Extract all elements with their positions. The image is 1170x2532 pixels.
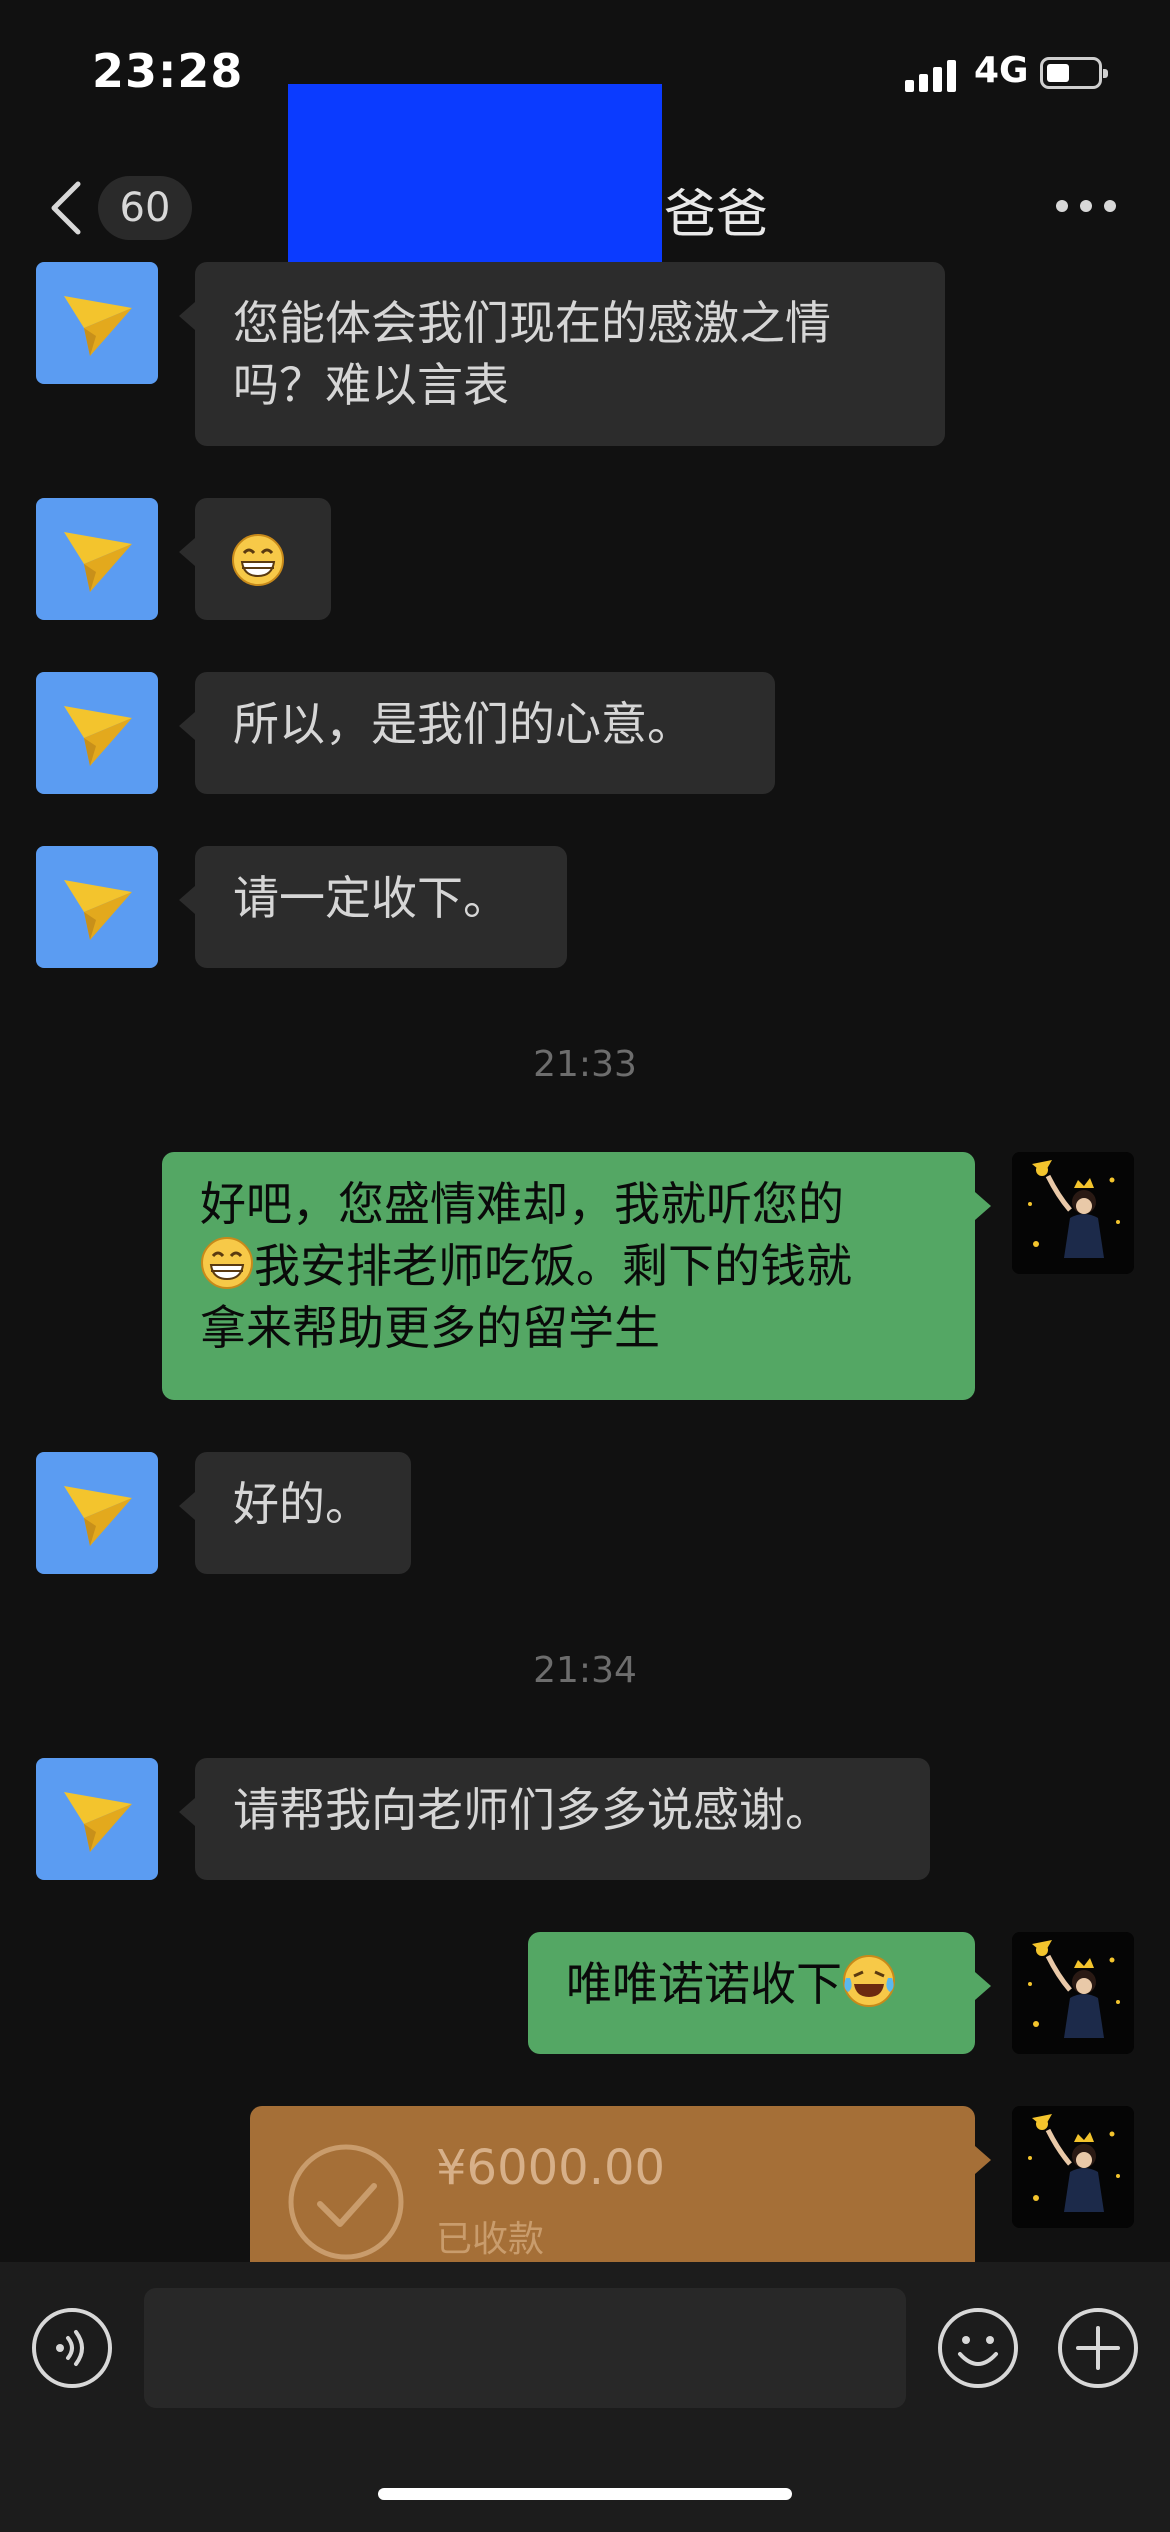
more-dots-icon[interactable]	[1056, 200, 1116, 216]
paper-plane-icon[interactable]	[36, 672, 158, 794]
message-text: 所以，是我们的心意。	[233, 697, 693, 751]
message-text: 好的。	[233, 1477, 371, 1531]
chat-header: 60 爸爸	[0, 84, 1170, 274]
outgoing-message[interactable]: 好吧，您盛情难却，我就听您的 我安排老师吃饭。剩下的钱就 拿来帮助更多的留学生	[162, 1152, 991, 1400]
clock: 23:28	[92, 44, 244, 98]
grinning-face-icon	[200, 1236, 254, 1290]
transfer-card[interactable]: ¥6000.00 已收款	[250, 2106, 991, 2266]
plus-icon[interactable]	[1056, 2306, 1140, 2390]
message-text: 请一定收下。	[233, 871, 509, 925]
unread-count-badge[interactable]: 60	[98, 176, 192, 240]
incoming-message[interactable]: 您能体会我们现在的感激之情 吗？难以言表	[179, 262, 945, 446]
message-text: 唯唯诺诺收下	[566, 1957, 842, 2011]
incoming-message[interactable]: 所以，是我们的心意。	[179, 672, 775, 794]
incoming-message[interactable]: 好的。	[179, 1452, 411, 1574]
input-bar	[0, 2262, 1170, 2532]
message-input[interactable]	[144, 2288, 906, 2408]
paper-plane-icon[interactable]	[36, 1452, 158, 1574]
user-avatar[interactable]	[1012, 1152, 1134, 1274]
transfer-status: 已收款	[436, 2219, 545, 2260]
battery-icon	[1040, 57, 1108, 89]
voice-icon[interactable]	[30, 2306, 114, 2390]
message-text: 好吧，您盛情难却，我就听您的	[200, 1177, 844, 1231]
chat-title: 爸爸	[664, 185, 769, 245]
redaction-block	[288, 84, 662, 274]
user-avatar[interactable]	[1012, 2106, 1134, 2228]
user-avatar[interactable]	[1012, 1932, 1134, 2054]
message-text: 拿来帮助更多的留学生	[200, 1301, 660, 1355]
paper-plane-icon[interactable]	[36, 846, 158, 968]
outgoing-message[interactable]: 唯唯诺诺收下	[528, 1932, 991, 2054]
paper-plane-icon[interactable]	[36, 1758, 158, 1880]
message-text: 您能体会我们现在的感激之情	[233, 296, 831, 350]
laugh-crying-icon	[843, 1955, 895, 2007]
network-label: 4G	[974, 50, 1029, 91]
transfer-amount: ¥6000.00	[436, 2140, 666, 2196]
incoming-message[interactable]	[179, 498, 331, 620]
incoming-message[interactable]: 请一定收下。	[179, 846, 567, 968]
home-indicator[interactable]	[378, 2488, 792, 2500]
message-text: 吗？难以言表	[233, 358, 509, 412]
smiley-icon[interactable]	[936, 2306, 1020, 2390]
incoming-message[interactable]: 请帮我向老师们多多说感谢。	[179, 1758, 930, 1880]
message-text-line: 我安排老师吃饭。剩下的钱就	[200, 1235, 937, 1297]
paper-plane-icon[interactable]	[36, 262, 158, 384]
timestamp: 21:33	[533, 1044, 637, 1085]
message-text: 我安排老师吃饭。剩下的钱就	[254, 1239, 852, 1293]
timestamp: 21:34	[533, 1650, 637, 1691]
checkmark-icon	[288, 2144, 404, 2260]
message-text: 请帮我向老师们多多说感谢。	[233, 1783, 831, 1837]
chevron-left-icon[interactable]	[40, 178, 100, 238]
signal-icon	[905, 58, 957, 92]
paper-plane-icon[interactable]	[36, 498, 158, 620]
grinning-face-icon	[231, 533, 285, 587]
